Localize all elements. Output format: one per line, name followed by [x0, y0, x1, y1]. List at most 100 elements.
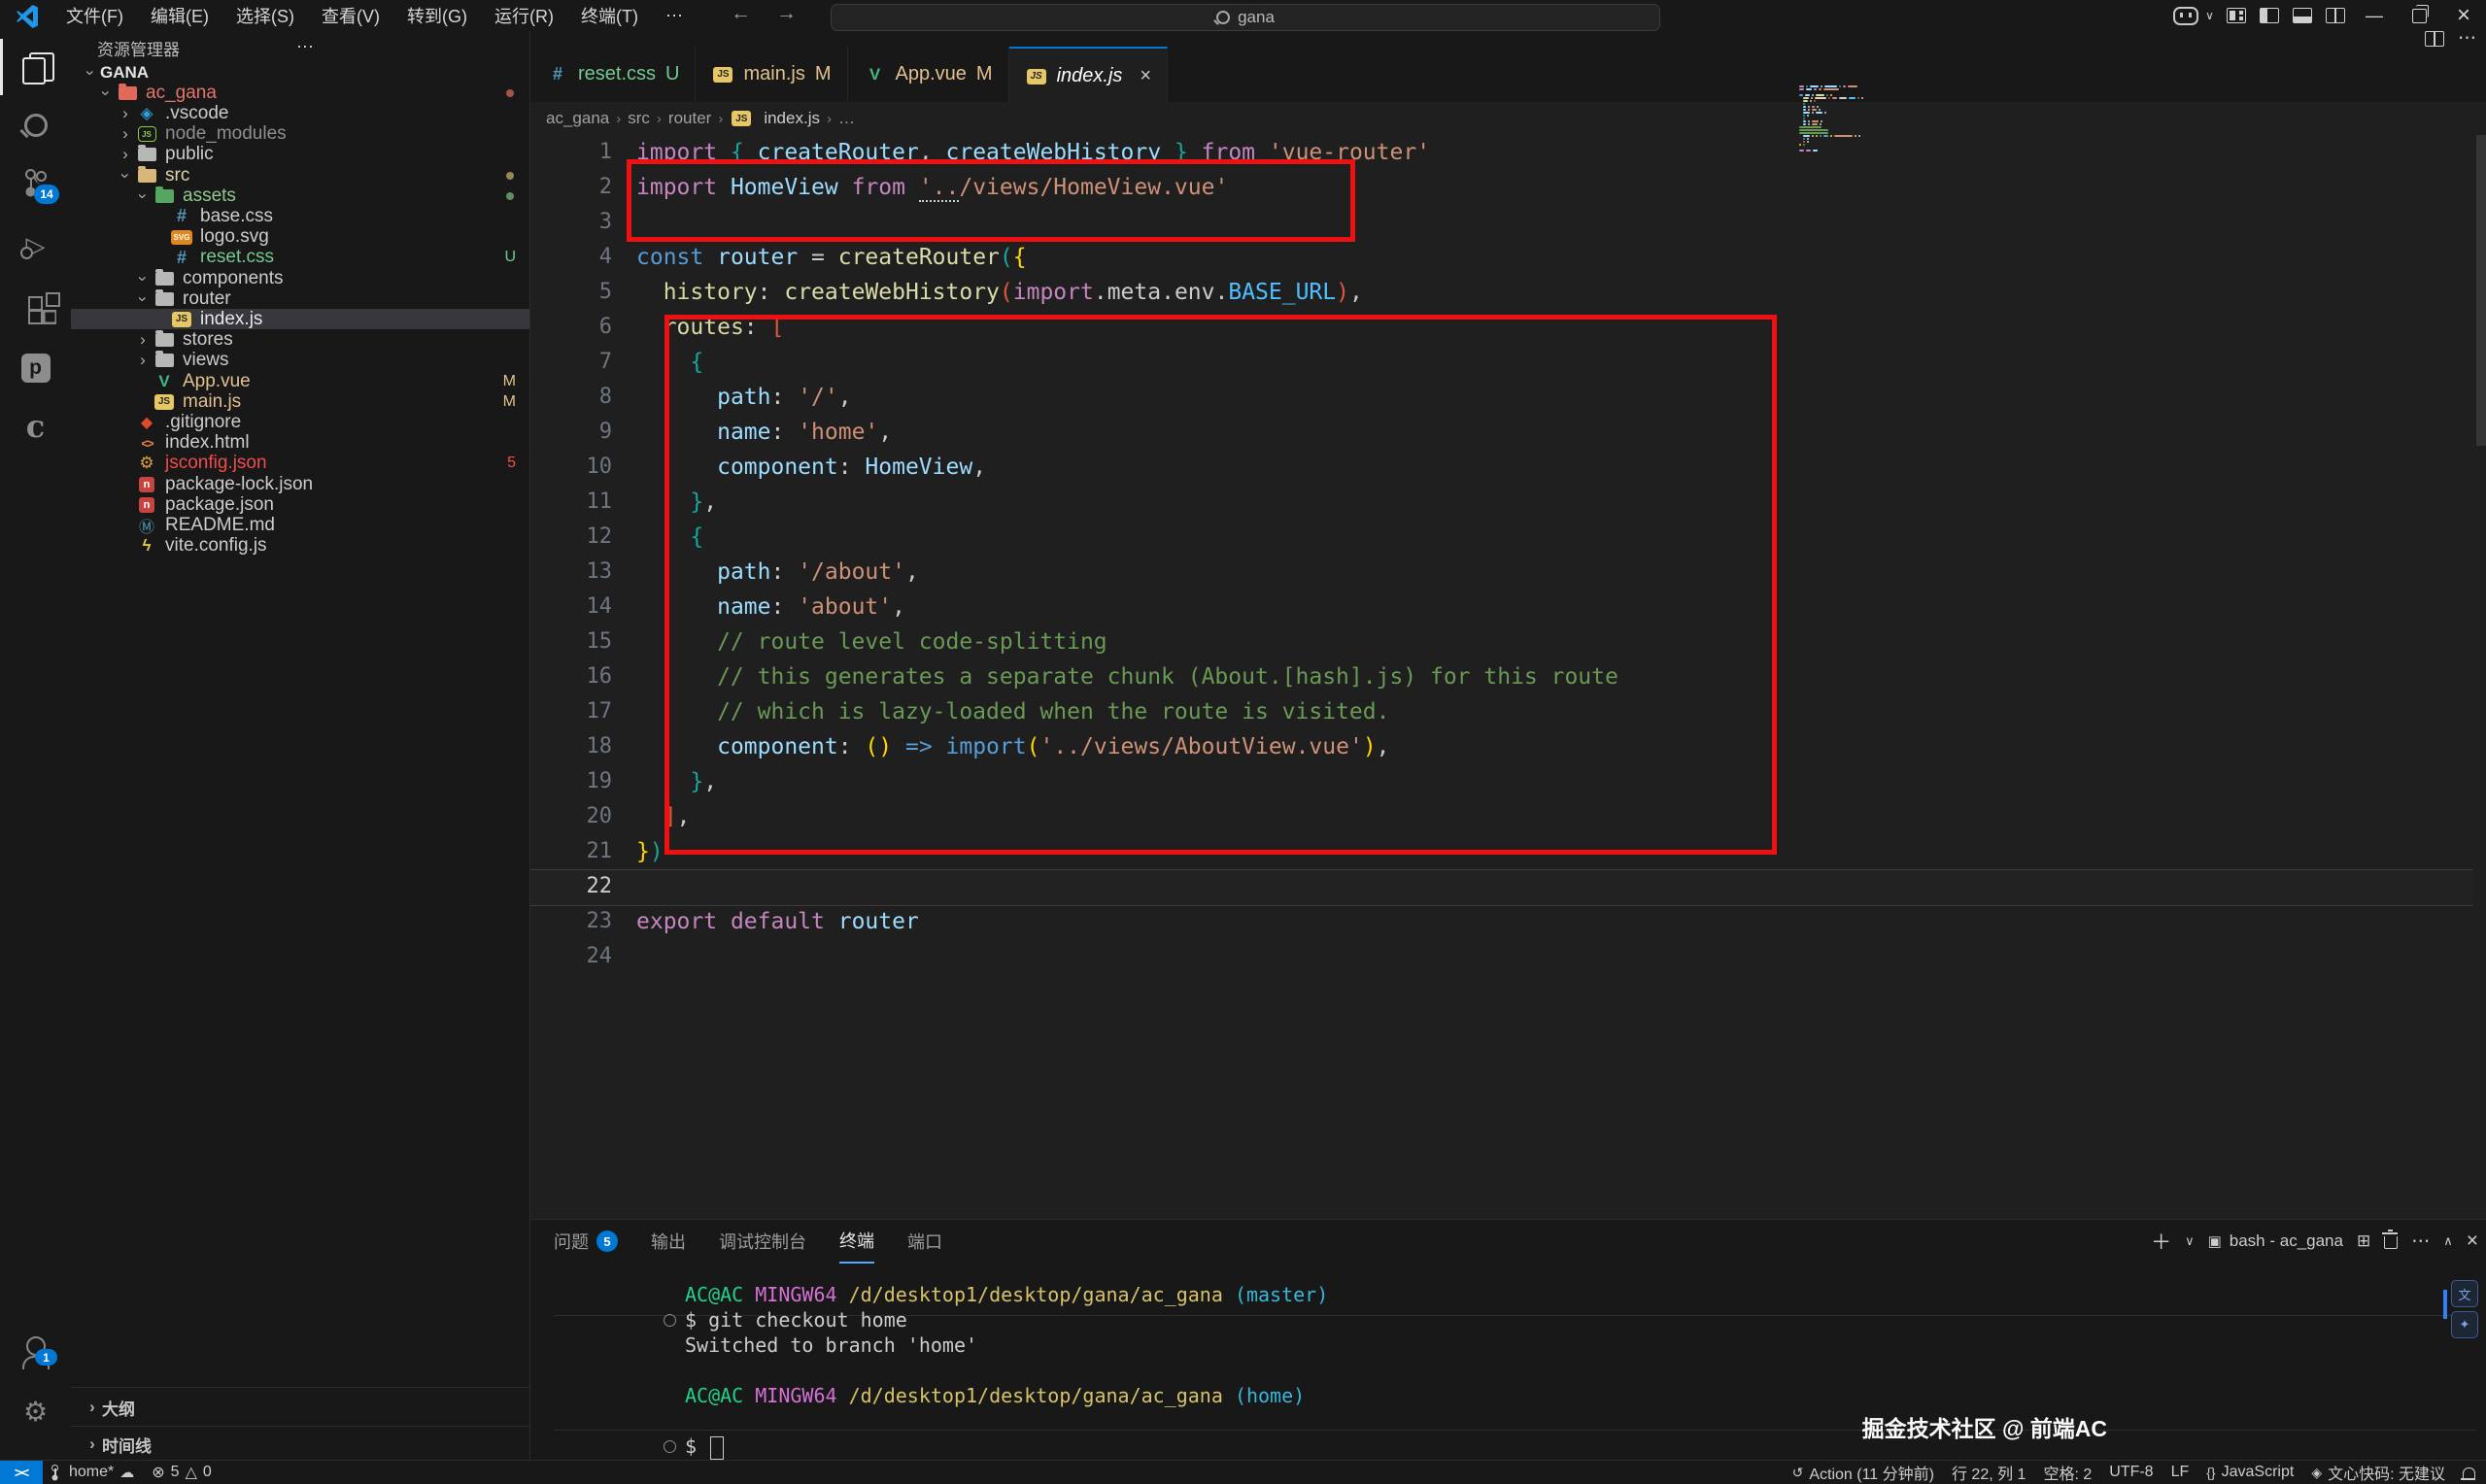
outline-section[interactable]: ›大纲 — [71, 1387, 529, 1427]
explorer-more-actions-icon[interactable]: ⋯ — [296, 37, 314, 57]
menu-终端(T)[interactable]: 终端(T) — [569, 0, 650, 31]
status-item-LF[interactable]: LF — [2162, 1461, 2198, 1484]
close-panel-icon[interactable]: × — [2467, 1230, 2478, 1253]
notifications-bell-icon[interactable] — [2454, 1461, 2486, 1484]
split-terminal-icon[interactable]: ⊞ — [2357, 1231, 2370, 1251]
tree-item-vite.config.js[interactable]: ϟvite.config.js — [71, 536, 529, 556]
tree-item-App.vue[interactable]: VApp.vueM — [71, 371, 529, 391]
menu-查看(V)[interactable]: 查看(V) — [310, 0, 392, 31]
breadcrumb[interactable]: ac_gana›src›router›JSindex.js›… — [530, 102, 2486, 135]
back-arrow-icon[interactable]: ← — [731, 2, 751, 25]
close-icon[interactable]: × — [1140, 65, 1151, 87]
split-editor-icon[interactable] — [2425, 31, 2444, 47]
copilot-button[interactable]: ∨ — [2167, 0, 2220, 31]
panel-tab-端口[interactable]: 端口 — [907, 1220, 942, 1263]
command-decoration-icon[interactable] — [664, 1314, 676, 1327]
kill-terminal-icon[interactable] — [2384, 1236, 2398, 1249]
codegeex-activity-icon[interactable]: c — [0, 398, 71, 455]
tree-item-node_modules[interactable]: ›JSnode_modules — [71, 124, 529, 145]
status-item-文心快码: 无建议[interactable]: ◈文心快码: 无建议 — [2302, 1461, 2454, 1484]
toggle-panel-button[interactable] — [2286, 0, 2319, 31]
accounts-icon[interactable]: 1 — [0, 1323, 71, 1379]
problems-indicator[interactable]: ⊗ 5 △ 0 — [143, 1461, 221, 1484]
menu-bar: 文件(F)编辑(E)选择(S)查看(V)转到(G)运行(R)终端(T)⋯ — [54, 0, 695, 31]
tab-index.js[interactable]: JSindex.js× — [1009, 47, 1169, 104]
terminal-output[interactable]: AC@AC MINGW64 /d/desktop1/desktop/gana/a… — [685, 1282, 1328, 1459]
panel-more-actions-icon[interactable]: ⋯ — [2411, 1231, 2430, 1253]
breadcrumb-file[interactable]: index.js — [764, 109, 820, 128]
menu-more-icon[interactable]: ⋯ — [654, 3, 695, 29]
editor-more-actions-icon[interactable]: ⋯ — [2458, 27, 2476, 50]
run-debug-activity-icon[interactable]: ▷ — [0, 218, 71, 274]
tree-item-.gitignore[interactable]: ◆.gitignore — [71, 412, 529, 432]
tree-item-package-lock.json[interactable]: npackage-lock.json — [71, 474, 529, 494]
settings-gear-icon[interactable]: ⚙ — [0, 1383, 71, 1439]
comate-float-button-2[interactable]: ✦ — [2451, 1311, 2478, 1338]
tree-item-.vscode[interactable]: ›◈.vscode — [71, 103, 529, 123]
status-item-UTF-8[interactable]: UTF-8 — [2100, 1461, 2162, 1484]
tree-item-base.css[interactable]: #base.css — [71, 206, 529, 226]
panel-tab-输出[interactable]: 输出 — [651, 1220, 686, 1263]
menu-文件(F)[interactable]: 文件(F) — [54, 0, 135, 31]
panel-tab-终端[interactable]: 终端 — [839, 1219, 874, 1264]
tree-item-index.js[interactable]: JSindex.js — [71, 309, 529, 329]
customize-layout-button[interactable] — [2220, 0, 2253, 31]
command-center-search[interactable]: gana — [831, 4, 1660, 31]
source-control-activity-icon[interactable]: 14 — [0, 155, 71, 212]
tree-item-stores[interactable]: ›stores — [71, 330, 529, 351]
tree-item-package.json[interactable]: npackage.json — [71, 494, 529, 515]
tree-item-router[interactable]: ›router — [71, 288, 529, 309]
tab-reset.css[interactable]: #reset.cssU — [530, 47, 696, 102]
breadcrumb-item[interactable]: ac_gana — [546, 109, 609, 128]
remote-indicator[interactable]: >< — [0, 1461, 43, 1484]
panel-tab-调试控制台[interactable]: 调试控制台 — [719, 1220, 806, 1263]
tree-item-jsconfig.json[interactable]: ⚙jsconfig.json5 — [71, 454, 529, 474]
tree-item-GANA[interactable]: ›GANA — [71, 62, 529, 83]
project-manager-activity-icon[interactable]: p — [0, 340, 71, 396]
breadcrumb-symbol[interactable]: … — [838, 109, 855, 128]
maximize-panel-icon[interactable]: ∧ — [2443, 1233, 2453, 1249]
tab-main.js[interactable]: JSmain.jsM — [696, 47, 847, 102]
extensions-activity-icon[interactable] — [0, 280, 71, 336]
tree-item-README.md[interactable]: ⓂREADME.md — [71, 515, 529, 535]
editor-scrollbar[interactable] — [2476, 135, 2486, 446]
toggle-sidebar-button[interactable] — [2253, 0, 2286, 31]
tree-item-main.js[interactable]: JSmain.jsM — [71, 391, 529, 412]
tree-item-public[interactable]: ›public — [71, 145, 529, 165]
branch-indicator[interactable]: home* ☁ — [43, 1461, 143, 1484]
status-item-空格: 2[interactable]: 空格: 2 — [2034, 1461, 2100, 1484]
search-activity-icon[interactable] — [0, 97, 71, 153]
timeline-section[interactable]: ›时间线 — [71, 1426, 529, 1462]
breadcrumb-item[interactable]: src — [628, 109, 650, 128]
toggle-secondary-sidebar-button[interactable] — [2319, 0, 2352, 31]
menu-编辑(E)[interactable]: 编辑(E) — [139, 0, 221, 31]
line-number: 13 — [530, 555, 612, 590]
menu-转到(G)[interactable]: 转到(G) — [395, 0, 479, 31]
tree-item-logo.svg[interactable]: SVGlogo.svg — [71, 227, 529, 248]
menu-运行(R)[interactable]: 运行(R) — [483, 0, 565, 31]
status-item-行 22, 列 1[interactable]: 行 22, 列 1 — [1943, 1461, 2034, 1484]
tree-item-reset.css[interactable]: #reset.cssU — [71, 248, 529, 268]
minimize-button[interactable]: — — [2352, 0, 2397, 31]
tab-App.vue[interactable]: VApp.vueM — [848, 47, 1009, 102]
panel-tab-问题[interactable]: 问题5 — [554, 1220, 618, 1263]
explorer-activity-icon[interactable] — [0, 39, 74, 95]
tree-item-components[interactable]: ›components — [71, 268, 529, 288]
menu-选择(S)[interactable]: 选择(S) — [224, 0, 306, 31]
new-terminal-icon[interactable]: ＋ — [2151, 1227, 2171, 1256]
tree-item-views[interactable]: ›views — [71, 351, 529, 371]
comate-float-button-1[interactable]: 文 — [2451, 1280, 2478, 1307]
tree-item-assets[interactable]: ›assets — [71, 186, 529, 206]
breadcrumb-item[interactable]: router — [668, 109, 711, 128]
terminal-tab[interactable]: ▣ bash - ac_gana — [2208, 1231, 2343, 1251]
tree-item-src[interactable]: ›src — [71, 165, 529, 186]
tree-item-ac_gana[interactable]: ›ac_gana — [71, 83, 529, 103]
command-decoration-icon[interactable] — [664, 1440, 676, 1453]
terminal-profile-chevron-icon[interactable]: ∨ — [2185, 1233, 2195, 1249]
error-icon: ⊗ — [152, 1463, 164, 1482]
minimap[interactable] — [1799, 85, 1863, 155]
status-item-Action (11 分钟前)[interactable]: ↺Action (11 分钟前) — [1784, 1461, 1943, 1484]
forward-arrow-icon[interactable]: → — [776, 2, 797, 25]
status-item-JavaScript[interactable]: {}JavaScript — [2197, 1461, 2302, 1484]
tree-item-index.html[interactable]: <>index.html — [71, 433, 529, 454]
